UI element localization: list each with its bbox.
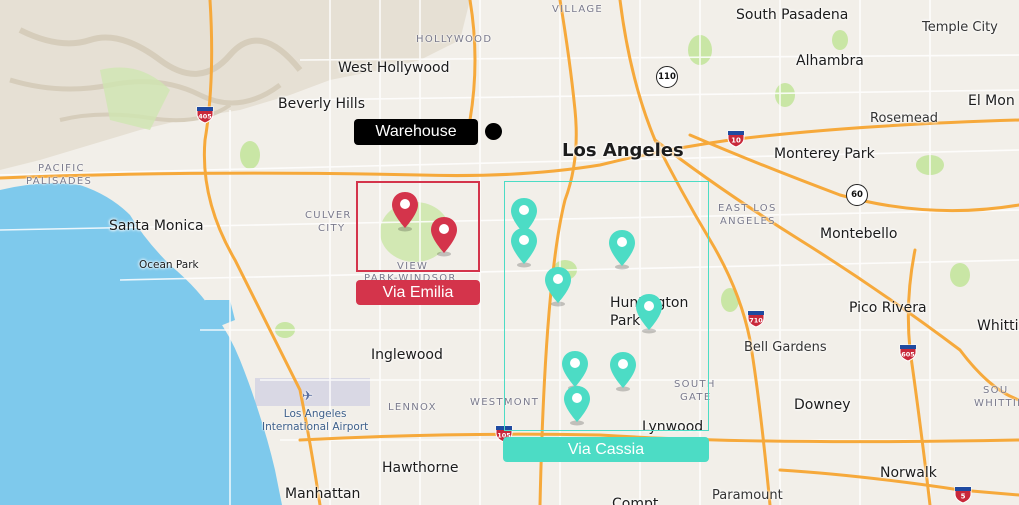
- state-route-shield-icon: 60: [846, 184, 868, 206]
- district-label: EAST LOS: [718, 203, 777, 214]
- via-emilia-label[interactable]: Via Emilia: [356, 280, 480, 305]
- shield-number: 605: [901, 351, 915, 359]
- city-label: Manhattan: [285, 486, 361, 502]
- shield-number: 405: [198, 113, 212, 121]
- via-emilia-map-pin-icon[interactable]: [429, 215, 459, 257]
- district-label: PACIFIC: [38, 163, 85, 174]
- city-label: Temple City: [922, 20, 998, 35]
- district-label: CULVER: [305, 210, 352, 221]
- via-cassia-map-pin-icon[interactable]: [562, 384, 592, 426]
- city-label: Paramount: [712, 488, 783, 503]
- city-label: Rosemead: [870, 111, 939, 126]
- warehouse-label[interactable]: Warehouse: [354, 119, 478, 145]
- district-label: WHITTIE: [974, 398, 1019, 409]
- city-label: Downey: [794, 397, 851, 413]
- shield-number: 5: [961, 493, 966, 501]
- city-label: Montebello: [820, 226, 898, 242]
- warehouse-marker[interactable]: [485, 123, 502, 140]
- via-cassia-map-pin-icon[interactable]: [509, 226, 539, 268]
- interstate-shield-icon: 605: [899, 344, 917, 362]
- city-label: Beverly Hills: [278, 96, 365, 112]
- district-label: SOU: [983, 385, 1009, 396]
- city-label: Whitti: [977, 318, 1019, 334]
- district-label: PALISADES: [26, 176, 93, 187]
- city-label: Compt: [612, 496, 659, 505]
- interstate-shield-icon: 10: [727, 130, 745, 148]
- via-cassia-map-pin-icon[interactable]: [634, 292, 664, 334]
- city-label: Monterey Park: [774, 146, 875, 162]
- interstate-shield-icon: 710: [747, 310, 765, 328]
- district-label: ANGELES: [720, 216, 776, 227]
- city-label: Ocean Park: [139, 259, 199, 271]
- airport-label: ✈ Los Angeles International Airport: [262, 390, 369, 434]
- city-label: El Mon: [968, 93, 1015, 109]
- interstate-shield-icon: 5: [954, 486, 972, 504]
- city-label: Inglewood: [371, 347, 443, 363]
- district-label: CITY: [318, 223, 346, 234]
- via-cassia-map-pin-icon[interactable]: [543, 265, 573, 307]
- via-emilia-map-pin-icon[interactable]: [390, 190, 420, 232]
- via-cassia-map-pin-icon[interactable]: [608, 350, 638, 392]
- district-label: VILLAGE: [552, 4, 603, 15]
- interstate-shield-icon: 405: [196, 106, 214, 124]
- city-label: Hawthorne: [382, 460, 459, 476]
- city-label: Bell Gardens: [744, 340, 827, 355]
- city-label: Norwalk: [880, 465, 937, 481]
- city-label-los-angeles: Los Angeles: [562, 140, 684, 161]
- state-route-shield-icon: 110: [656, 66, 678, 88]
- map[interactable]: VILLAGE HOLLYWOOD PACIFIC PALISADES CULV…: [0, 0, 1019, 505]
- city-label: Santa Monica: [109, 218, 204, 234]
- city-label: South Pasadena: [736, 7, 849, 23]
- via-cassia-label[interactable]: Via Cassia: [503, 437, 709, 462]
- airport-name-line-1: Los Angeles: [283, 408, 347, 420]
- city-label: Alhambra: [796, 53, 864, 69]
- shield-number: 710: [749, 317, 763, 325]
- city-label: West Hollywood: [338, 60, 450, 76]
- via-cassia-map-pin-icon[interactable]: [607, 228, 637, 270]
- airport-name-line-2: International Airport: [262, 421, 369, 433]
- airport-glyph: ✈: [302, 389, 313, 404]
- shield-number: 10: [731, 137, 741, 145]
- city-label: Pico Rivera: [849, 300, 927, 316]
- district-label: LENNOX: [388, 402, 437, 413]
- district-label: HOLLYWOOD: [416, 34, 493, 45]
